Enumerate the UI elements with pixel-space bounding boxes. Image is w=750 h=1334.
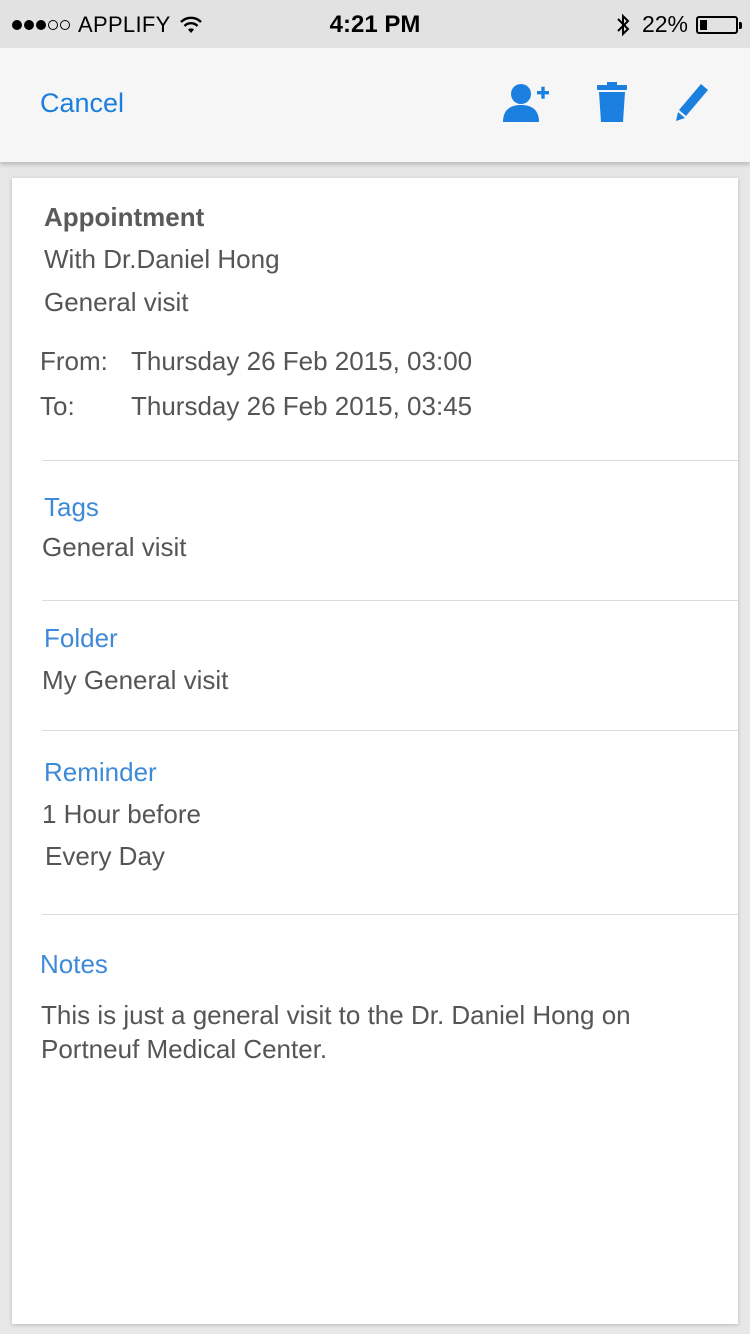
pencil-icon[interactable] <box>676 82 710 122</box>
divider <box>42 600 738 601</box>
to-label: To: <box>40 391 75 421</box>
divider <box>42 914 738 915</box>
reminder-label: Reminder <box>44 757 157 787</box>
folder-label: Folder <box>44 623 118 653</box>
divider <box>42 460 738 461</box>
folder-value: My General visit <box>42 665 229 695</box>
notes-label: Notes <box>40 949 108 979</box>
bluetooth-icon <box>617 13 630 36</box>
battery-percent: 22% <box>641 11 688 37</box>
appointment-card: Appointment With Dr.Daniel Hong General … <box>12 178 738 1324</box>
tags-label: Tags <box>44 492 99 522</box>
divider <box>42 730 738 731</box>
tags-value: General visit <box>42 532 187 562</box>
from-value: Thursday 26 Feb 2015, 03:00 <box>131 346 473 376</box>
from-label: From: <box>40 346 108 376</box>
appointment-heading: Appointment <box>44 202 205 232</box>
cancel-button[interactable]: Cancel <box>40 88 124 119</box>
to-value: Thursday 26 Feb 2015, 03:45 <box>131 391 473 421</box>
status-bar: APPLIFY 4:21 PM 22% <box>0 0 750 48</box>
appointment-with: With Dr.Daniel Hong <box>44 244 280 274</box>
status-right: 22% <box>616 11 742 38</box>
nav-bar: Cancel <box>0 48 750 162</box>
battery-icon <box>696 15 742 34</box>
battery-fill <box>700 19 707 30</box>
reminder-time: 1 Hour before <box>42 799 201 829</box>
add-person-icon[interactable] <box>502 82 550 124</box>
trash-icon[interactable] <box>596 82 628 122</box>
reminder-repeat: Every Day <box>45 841 165 871</box>
notes-text: This is just a general visit to the Dr. … <box>41 1000 631 1064</box>
appointment-type: General visit <box>44 287 189 317</box>
